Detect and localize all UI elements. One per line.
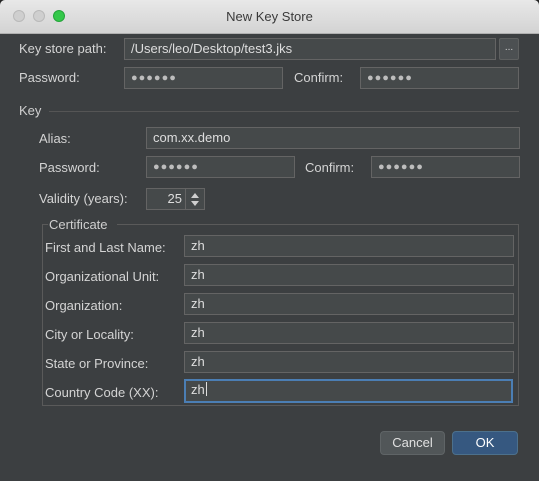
country-code-value: zh — [191, 382, 205, 397]
key-section-title: Key — [19, 103, 42, 118]
keystore-password-label: Password: — [19, 70, 80, 85]
first-last-name-input[interactable]: zh — [184, 235, 514, 257]
first-last-name-label: First and Last Name: — [45, 240, 166, 255]
state-province-input[interactable]: zh — [184, 351, 514, 373]
alias-input[interactable]: com.xx.demo — [146, 127, 520, 149]
window-title: New Key Store — [226, 9, 313, 24]
key-store-path-input[interactable]: /Users/leo/Desktop/test3.jks — [124, 38, 496, 60]
new-key-store-dialog: New Key Store Key store path: /Users/leo… — [0, 0, 539, 481]
validity-spinner[interactable]: 25 — [146, 188, 205, 210]
certificate-border-right — [117, 224, 519, 225]
ok-button[interactable]: OK — [452, 431, 518, 455]
key-confirm-input[interactable]: ●●●●●● — [371, 156, 520, 178]
key-confirm-label: Confirm: — [305, 160, 355, 175]
city-locality-input[interactable]: zh — [184, 322, 514, 344]
key-password-label: Password: — [39, 160, 100, 175]
organization-label: Organization: — [45, 298, 123, 313]
organizational-unit-input[interactable]: zh — [184, 264, 514, 286]
browse-button[interactable]: ... — [499, 38, 519, 60]
country-code-input[interactable]: zh — [184, 379, 513, 403]
key-store-path-label: Key store path: — [19, 41, 107, 56]
increment-arrow-icon[interactable] — [191, 193, 199, 198]
validity-value: 25 — [167, 191, 182, 206]
title-bar: New Key Store — [0, 0, 539, 34]
organization-input[interactable]: zh — [184, 293, 514, 315]
cancel-button[interactable]: Cancel — [380, 431, 445, 455]
keystore-confirm-label: Confirm: — [294, 70, 344, 85]
key-password-input[interactable]: ●●●●●● — [146, 156, 295, 178]
decrement-arrow-icon[interactable] — [191, 201, 199, 206]
validity-stepper-buttons[interactable] — [185, 189, 204, 209]
key-section-separator — [49, 111, 519, 112]
keystore-password-input[interactable]: ●●●●●● — [124, 67, 283, 89]
country-code-label: Country Code (XX): — [45, 385, 159, 400]
text-caret — [205, 382, 207, 396]
organizational-unit-label: Organizational Unit: — [45, 269, 160, 284]
certificate-section-title: Certificate — [49, 217, 108, 232]
alias-label: Alias: — [39, 131, 71, 146]
state-province-label: State or Province: — [45, 356, 149, 371]
city-locality-label: City or Locality: — [45, 327, 134, 342]
validity-label: Validity (years): — [39, 191, 128, 206]
keystore-confirm-input[interactable]: ●●●●●● — [360, 67, 519, 89]
certificate-border-left — [42, 224, 48, 225]
